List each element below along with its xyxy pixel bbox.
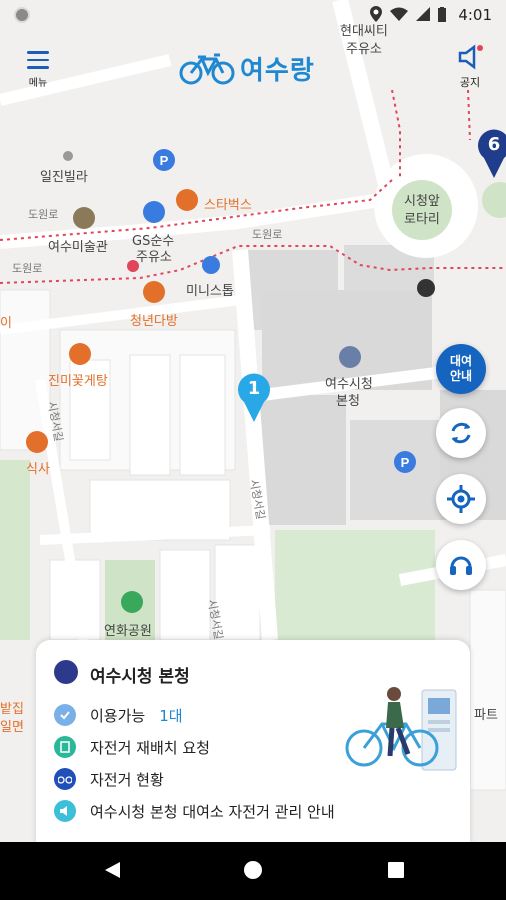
app-header: 메뉴 여수랑 공지 (0, 36, 506, 94)
menu-button[interactable]: 메뉴 (18, 46, 58, 90)
map-label: 미니스톱 (186, 284, 234, 299)
station-icon (54, 660, 78, 684)
notice-label: 공지 (459, 76, 481, 89)
station-title: 여수시청 본청 (90, 667, 190, 687)
battery-icon (438, 6, 446, 22)
check-icon (54, 704, 76, 726)
map-label: 도원로 (12, 262, 43, 275)
svg-text:P: P (160, 153, 169, 168)
bicycle-icon (179, 53, 235, 84)
relocate-label: 자전거 재배치 요청 (90, 738, 210, 757)
map-label: 여수미술관 (48, 240, 108, 255)
relocate-icon (54, 736, 76, 758)
bike-station-pin[interactable]: 6 (474, 124, 506, 180)
support-button[interactable] (436, 540, 486, 590)
logo-text: 여수랑 (240, 56, 315, 86)
refresh-icon (451, 422, 471, 444)
headset-icon (450, 556, 472, 575)
map-label: 주유소 (136, 250, 172, 265)
station-info-card[interactable]: 여수시청 본청 이용가능 1대 자전거 재배치 요청 자전거 현황 여수시청 본… (36, 640, 470, 844)
map-label: 도원로 (28, 208, 59, 221)
signal-icon (416, 7, 430, 21)
app-logo: 여수랑 (178, 50, 315, 87)
status-bar: 4:01 (0, 0, 506, 32)
pin-number: 1 (247, 378, 261, 399)
bike-station-pin[interactable]: 1 (234, 368, 274, 424)
map-label: 연화공원 (104, 624, 152, 639)
wifi-icon (390, 7, 408, 21)
map-label: 이 (0, 316, 12, 331)
notice-button[interactable]: 공지 (448, 44, 492, 90)
map-label: 밭집 (0, 702, 24, 717)
map-label: 스타벅스 (204, 198, 252, 213)
available-count: 1대 (159, 706, 183, 725)
notification-icon (14, 7, 30, 23)
speaker-icon (54, 800, 76, 822)
relocate-request-row[interactable]: 자전거 재배치 요청 (54, 736, 210, 758)
map-label: 도원로 (252, 228, 283, 241)
back-icon[interactable] (102, 860, 122, 880)
crosshair-icon (447, 485, 475, 513)
map-label: 진미꽃게탕 (48, 374, 108, 389)
megaphone-icon (458, 44, 483, 70)
rental-guide-button[interactable]: 대여 안내 (436, 344, 486, 394)
station-notice-label: 여수시청 본청 대여소 자전거 관리 안내 (90, 802, 335, 821)
station-notice-row[interactable]: 여수시청 본청 대여소 자전거 관리 안내 (54, 800, 335, 822)
map-label: 식사 (26, 462, 50, 477)
map-label: 청년다방 (130, 314, 178, 329)
available-label: 이용가능 (90, 706, 146, 725)
recents-icon[interactable] (386, 860, 406, 880)
menu-label: 메뉴 (28, 77, 48, 89)
rental-guide-label: 대여 안내 (449, 354, 473, 383)
available-row: 이용가능 1대 (54, 704, 183, 726)
status-time: 4:01 (458, 6, 492, 24)
map-label: 로타리 (404, 212, 440, 227)
map-label: 일진빌라 (40, 170, 88, 185)
bike-status-row[interactable]: 자전거 현황 (54, 768, 164, 790)
map-label: 일면 (0, 720, 24, 735)
home-icon[interactable] (243, 860, 263, 880)
hamburger-icon (18, 51, 58, 69)
map-label: 시청앞 (404, 194, 440, 209)
svg-text:P: P (401, 455, 410, 470)
map-label: 본청 (336, 394, 360, 409)
bike-status-icon (54, 768, 76, 790)
location-icon (370, 6, 382, 22)
bike-rider-illustration (345, 687, 457, 771)
refresh-button[interactable] (436, 408, 486, 458)
system-nav-bar (0, 842, 506, 900)
map-label: 파트 (474, 708, 498, 723)
pin-number: 6 (487, 134, 501, 155)
bike-status-label: 자전거 현황 (90, 770, 164, 789)
my-location-button[interactable] (436, 474, 486, 524)
